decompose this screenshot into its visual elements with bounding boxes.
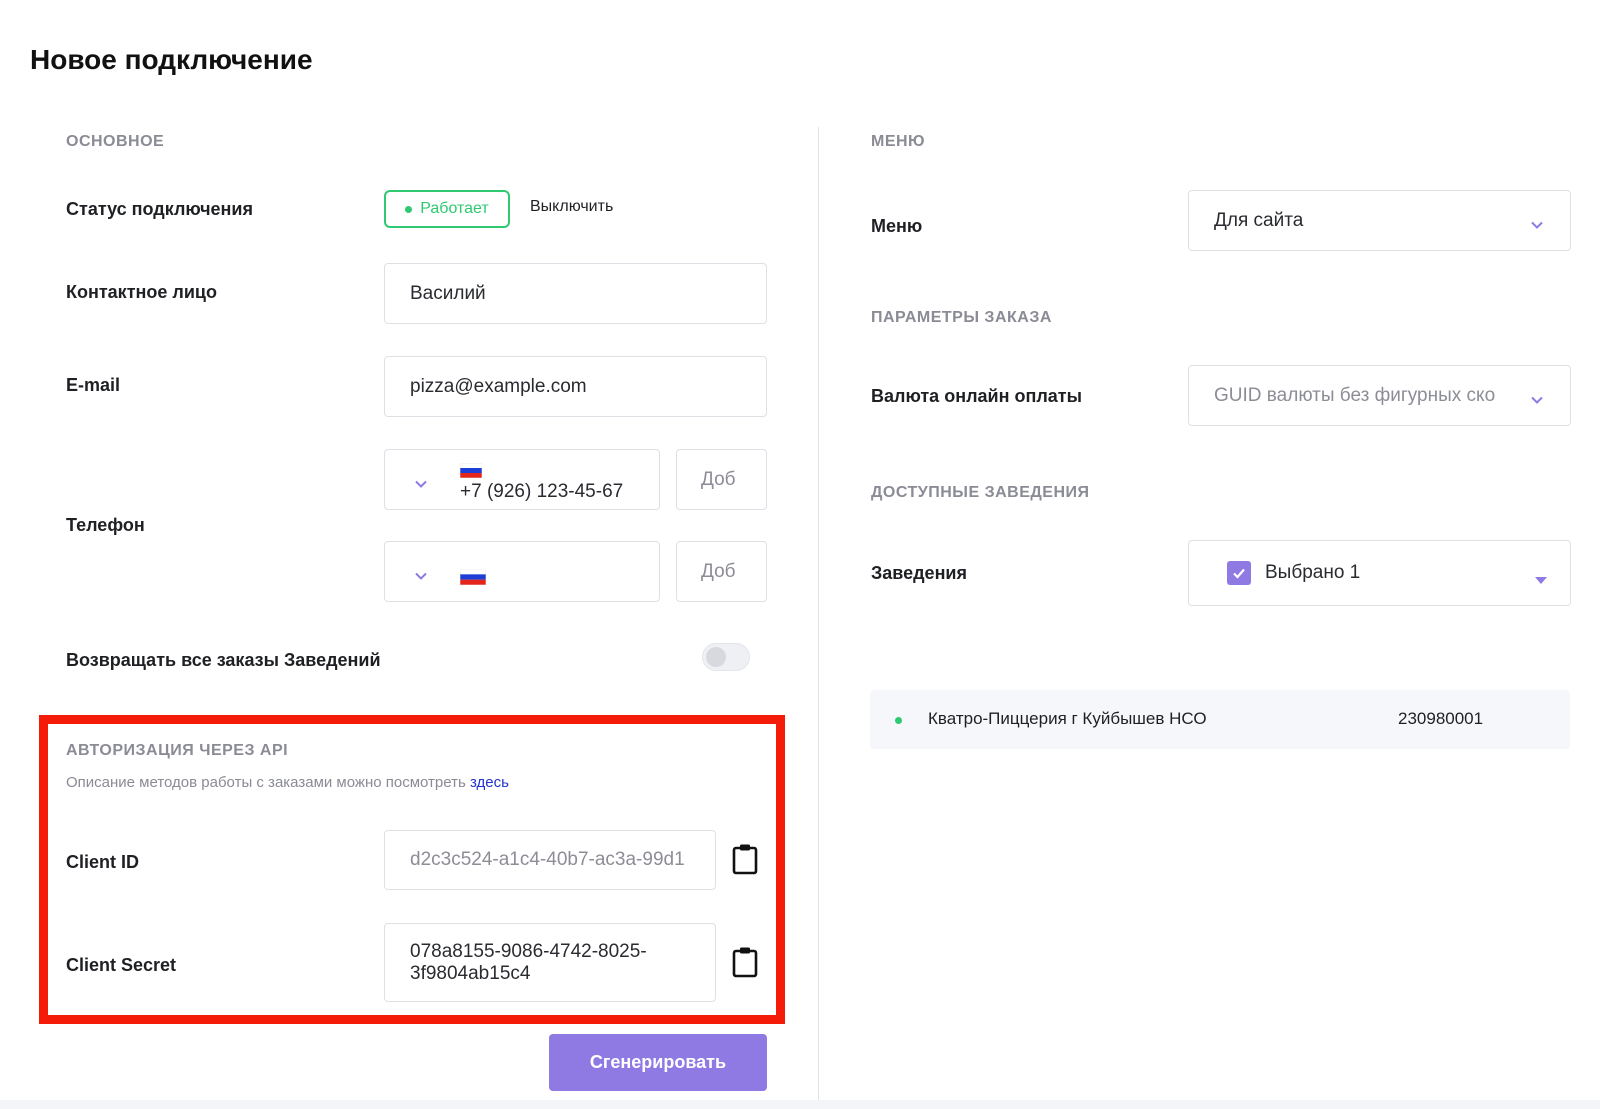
client-secret-value-line1: 078a8155-9086-4742-8025- (410, 940, 647, 962)
country-dropdown-chevron-icon[interactable] (415, 566, 427, 588)
email-label: E-mail (66, 375, 121, 395)
return-orders-label: Возвращать все заказы Заведений (66, 650, 381, 670)
menu-label: Меню (871, 216, 923, 236)
currency-select-placeholder: GUID валюты без фигурных ско (1214, 384, 1496, 406)
footer-strip (0, 1100, 1600, 1109)
page-title: Новое подключение (30, 44, 313, 75)
menu-select-value: Для сайта (1214, 209, 1304, 231)
client-secret-input[interactable]: 078a8155-9086-4742-8025- 3f9804ab15c4 (384, 923, 716, 1002)
contact-input[interactable]: Василий (384, 263, 767, 324)
section-title-order-params: ПАРАМЕТРЫ ЗАКАЗА (871, 309, 1052, 326)
section-title-api: АВТОРИЗАЦИЯ ЧЕРЕЗ API (66, 742, 289, 759)
venue-list-item[interactable]: Кватро-Пиццерия г Куйбышев НСО 230980001 (870, 690, 1570, 749)
client-id-label: Client ID (66, 852, 140, 872)
status-badge-text: Работает (420, 200, 489, 217)
client-secret-value-line2: 3f9804ab15c4 (410, 962, 531, 984)
checkbox-checked-icon (1227, 561, 1251, 585)
caret-down-icon (1535, 569, 1547, 591)
venue-code: 230980001 (1398, 709, 1484, 728)
status-label: Статус подключения (66, 199, 253, 219)
phone-input-2[interactable] (384, 541, 660, 602)
email-input-value: pizza@example.com (410, 375, 587, 397)
client-id-input[interactable]: d2c3c524-a1c4-40b7-ac3a-99d1 (384, 830, 716, 890)
phone-ext-input-2[interactable]: Доб (676, 541, 767, 602)
toggle-knob (706, 647, 726, 667)
phone-ext-input-1[interactable]: Доб (676, 449, 767, 510)
copy-client-secret-clipboard-icon[interactable] (731, 946, 759, 983)
api-docs-link[interactable]: здесь (470, 774, 509, 791)
phone-ext-1-placeholder: Доб (701, 468, 736, 490)
country-dropdown-chevron-icon[interactable] (415, 474, 427, 496)
email-input[interactable]: pizza@example.com (384, 356, 767, 417)
api-description: Описание методов работы с заказами можно… (66, 774, 509, 791)
status-badge: Работает (384, 190, 510, 228)
phone-ext-2-placeholder: Доб (701, 560, 736, 582)
return-orders-toggle[interactable] (702, 643, 750, 671)
section-title-venues: ДОСТУПНЫЕ ЗАВЕДЕНИЯ (871, 484, 1090, 501)
client-id-value: d2c3c524-a1c4-40b7-ac3a-99d1 (410, 849, 685, 870)
phone-label: Телефон (66, 515, 145, 535)
venue-name: Кватро-Пиццерия г Куйбышев НСО (928, 709, 1207, 728)
currency-select[interactable]: GUID валюты без фигурных ско (1188, 365, 1571, 426)
russia-flag-icon (460, 463, 482, 478)
api-description-text: Описание методов работы с заказами можно… (66, 774, 466, 791)
currency-label: Валюта онлайн оплаты (871, 386, 1082, 406)
venue-status-dot-icon (895, 717, 902, 724)
chevron-down-icon (1531, 390, 1543, 412)
venues-label: Заведения (871, 563, 968, 583)
copy-client-id-clipboard-icon[interactable] (731, 843, 759, 880)
contact-label: Контактное лицо (66, 282, 217, 302)
phone-input-1[interactable]: +7 (926) 123-45-67 (384, 449, 660, 510)
phone-input-1-value: +7 (926) 123-45-67 (460, 481, 624, 502)
generate-button[interactable]: Сгенерировать (549, 1034, 767, 1091)
contact-input-value: Василий (410, 282, 486, 304)
section-title-menu: МЕНЮ (871, 133, 926, 150)
status-dot-icon (405, 205, 413, 213)
russia-flag-icon (460, 569, 486, 585)
section-title-main: ОСНОВНОЕ (66, 133, 165, 150)
venues-selected-text: Выбрано 1 (1265, 562, 1361, 583)
venues-select[interactable]: Выбрано 1 (1188, 540, 1571, 606)
client-secret-label: Client Secret (66, 955, 177, 975)
disable-button[interactable]: Выключить (530, 198, 613, 216)
column-divider (818, 127, 819, 1109)
chevron-down-icon (1531, 215, 1543, 237)
menu-select[interactable]: Для сайта (1188, 190, 1571, 251)
